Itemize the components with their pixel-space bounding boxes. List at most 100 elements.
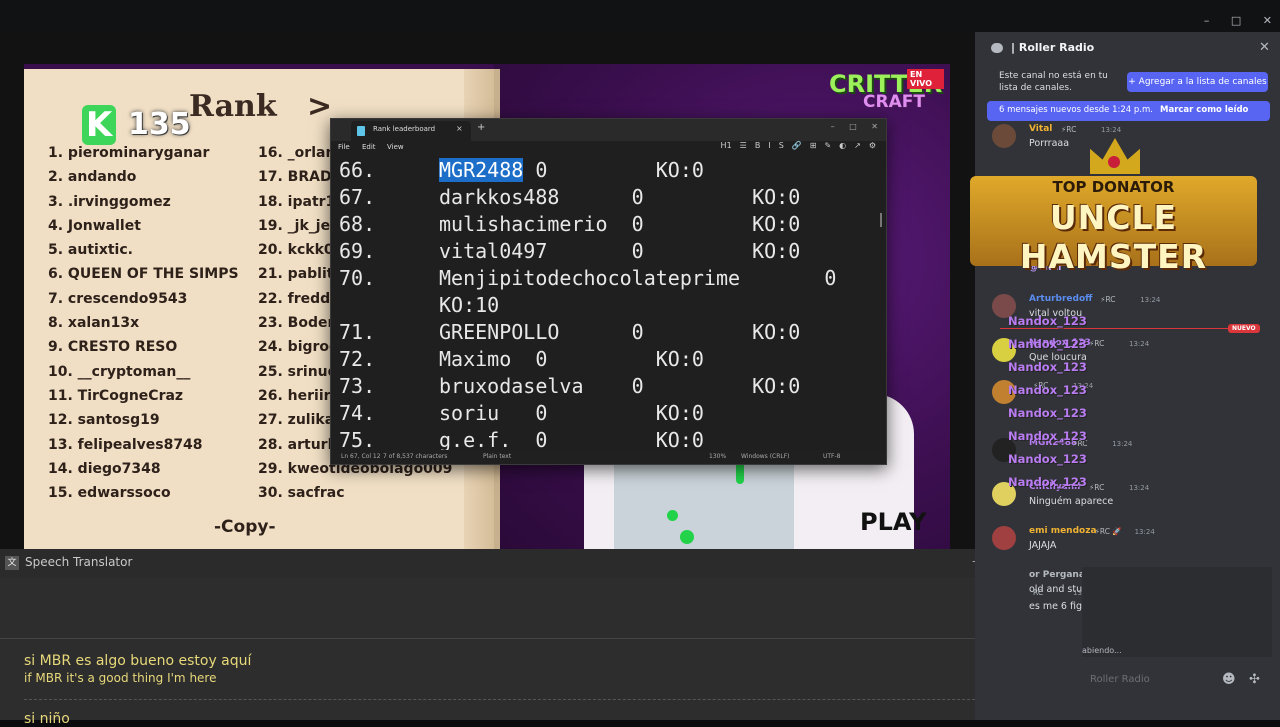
minimize-button[interactable]: – bbox=[831, 122, 835, 131]
line-number: 66. bbox=[339, 158, 376, 182]
player-name: KO:10 bbox=[439, 293, 500, 317]
translated-text: if MBR it's a good thing I'm here bbox=[24, 671, 217, 685]
role-tag: ⚡RC 🚀 bbox=[1094, 527, 1122, 536]
k-icon: K bbox=[82, 105, 116, 145]
critter-craft-logo: CRITTER CRAFT EN VIVO bbox=[829, 69, 944, 112]
leaderboard-entry: 10. __cryptoman__ bbox=[48, 363, 191, 380]
player-name: darkkos488 bbox=[439, 185, 560, 209]
play-label: PLAY bbox=[860, 508, 927, 536]
leaderboard-entry: 14. diego7348 bbox=[48, 460, 161, 477]
toolbar-button[interactable]: ✎ bbox=[824, 141, 831, 150]
typing-indicator: abiendo... bbox=[1082, 646, 1122, 655]
player-name: bruxodaselva bbox=[439, 374, 584, 398]
close-button[interactable]: ✕ bbox=[871, 122, 878, 131]
message-author[interactable]: or Perganal bbox=[1029, 570, 1088, 580]
speech-translator-window: 文 Speech Translator – □ ✕ ⚙ si MBR es al… bbox=[0, 549, 1082, 727]
toolbar-button[interactable]: ↗ bbox=[854, 141, 861, 150]
tab-close-icon[interactable]: × bbox=[456, 124, 463, 133]
copy-label[interactable]: -Copy- bbox=[214, 517, 276, 537]
message-author[interactable]: Arturbredoff bbox=[1029, 294, 1092, 304]
text-line: 74. soriu 0 KO:0 bbox=[339, 400, 704, 427]
notepad-tab[interactable]: Rank leaderboard × bbox=[351, 121, 471, 141]
menu-file[interactable]: File bbox=[338, 143, 350, 151]
leaderboard-entry: 5. autixtic. bbox=[48, 242, 133, 259]
message-time: 13:24 bbox=[1129, 340, 1150, 348]
notepad-text-area[interactable]: 66. MGR2488 0 KO:0 67. darkkos488 0 KO:0 68.… bbox=[339, 157, 879, 450]
notepad-scrollbar[interactable] bbox=[880, 213, 882, 227]
new-tab-button[interactable]: + bbox=[477, 122, 485, 133]
menu-edit[interactable]: Edit bbox=[362, 143, 376, 151]
text-line: 69. vital0497 0 KO:0 bbox=[339, 238, 800, 265]
score-text: 0 KO:0 bbox=[511, 428, 704, 450]
line-number: 75. bbox=[339, 428, 376, 450]
player-name: mulishacimerio bbox=[439, 212, 608, 236]
toolbar-button[interactable]: H1 bbox=[721, 141, 732, 150]
text-line: KO:10 bbox=[339, 292, 499, 319]
close-button[interactable]: ✕ bbox=[1263, 14, 1272, 27]
notepad-window-controls[interactable]: – □ ✕ bbox=[819, 122, 878, 131]
green-particle bbox=[680, 530, 694, 544]
text-line: 66. MGR2488 0 KO:0 bbox=[339, 157, 704, 184]
notepad-window: Rank leaderboard × + – □ ✕ File Edit Vie… bbox=[330, 118, 887, 465]
maximize-button[interactable]: □ bbox=[849, 122, 857, 131]
source-text: si MBR es algo bueno estoy aquí bbox=[24, 653, 252, 669]
k-count: 135 bbox=[128, 107, 191, 142]
leaderboard-entry: 7. crescendo9543 bbox=[48, 290, 188, 307]
status-chars: 7 of 8,537 characters bbox=[383, 453, 448, 460]
rank-next-arrow[interactable]: > bbox=[307, 89, 332, 124]
status-encoding: UTF-8 bbox=[823, 453, 841, 460]
score-text: 0 KO:0 bbox=[499, 401, 704, 425]
leaderboard-entry: 30. sacfrac bbox=[258, 485, 345, 502]
maximize-button[interactable]: □ bbox=[1231, 14, 1241, 27]
next-source-text: si niño bbox=[24, 711, 70, 727]
leaderboard-entry: 15. edwarssoco bbox=[48, 485, 171, 502]
text-line: 73. bruxodaselva 0 KO:0 bbox=[339, 373, 800, 400]
score-text: 0 KO:0 bbox=[607, 212, 801, 236]
minimize-button[interactable]: – bbox=[1204, 14, 1210, 27]
player-name: g.e.f. bbox=[439, 428, 512, 450]
title-bar: – □ ✕ bbox=[0, 0, 1280, 32]
apps-icon[interactable]: ✣ bbox=[1249, 672, 1260, 687]
translator-header: 文 Speech Translator – □ ✕ bbox=[0, 549, 1082, 577]
toolbar-button[interactable]: 🔗 bbox=[792, 141, 802, 150]
dashed-separator bbox=[24, 699, 1050, 701]
avatar[interactable] bbox=[992, 526, 1016, 550]
line-number: 69. bbox=[339, 239, 376, 263]
translate-icon: 文 bbox=[5, 556, 19, 570]
toolbar-button[interactable]: I bbox=[768, 141, 770, 150]
leaderboard-entry: 12. santosg19 bbox=[48, 412, 160, 429]
message-body: Ninguém aparece bbox=[1029, 496, 1114, 507]
notepad-icon bbox=[357, 126, 365, 136]
toolbar-button[interactable]: ⚙ bbox=[869, 141, 876, 150]
message-author[interactable]: emi mendoza bbox=[1029, 526, 1097, 536]
text-line: 67. darkkos488 0 KO:0 bbox=[339, 184, 800, 211]
emoji-icon[interactable]: ☻ bbox=[1222, 672, 1236, 687]
score-text: 0 KO:0 bbox=[523, 158, 704, 182]
menu-view[interactable]: View bbox=[387, 143, 404, 151]
toolbar-button[interactable]: ☰ bbox=[740, 141, 747, 150]
donator-label: TOP DONATOR bbox=[1052, 178, 1175, 196]
window-controls[interactable]: – □ ✕ bbox=[1186, 14, 1272, 27]
message-time: 13:24 bbox=[1112, 440, 1133, 448]
rank-list-left: 1. pierominaryganar 2. andando 3. .irvingg… bbox=[48, 141, 239, 505]
toolbar-button[interactable]: ◐ bbox=[839, 141, 846, 150]
divider bbox=[0, 638, 1082, 639]
green-particle bbox=[736, 462, 744, 484]
toolbar-button[interactable]: ⊞ bbox=[810, 141, 817, 150]
logo-line2: CRAFT bbox=[863, 92, 925, 112]
leaderboard-entry: 6. QUEEN OF THE SIMPS bbox=[48, 266, 239, 283]
message-author[interactable]: Vital bbox=[1029, 124, 1052, 134]
line-number: 74. bbox=[339, 401, 376, 425]
text-line: 70. Menjipitodechocolateprime 0 bbox=[339, 265, 836, 292]
toolbar-button[interactable]: S bbox=[779, 141, 784, 150]
message-input[interactable]: Roller Radio ☻ ✣ bbox=[1085, 665, 1272, 695]
status-eol: Windows (CRLF) bbox=[741, 453, 790, 460]
crown-gem-icon bbox=[1108, 156, 1120, 168]
score-text: 0 KO:0 bbox=[559, 185, 801, 209]
score-text: 0 KO:0 bbox=[583, 374, 801, 398]
toolbar-button[interactable]: B bbox=[755, 141, 761, 150]
message-body: JAJAJA bbox=[1029, 540, 1057, 551]
score-text: 0 bbox=[740, 266, 837, 290]
translator-title: Speech Translator bbox=[25, 555, 133, 569]
role-tag: ⚡RC bbox=[1061, 125, 1077, 134]
